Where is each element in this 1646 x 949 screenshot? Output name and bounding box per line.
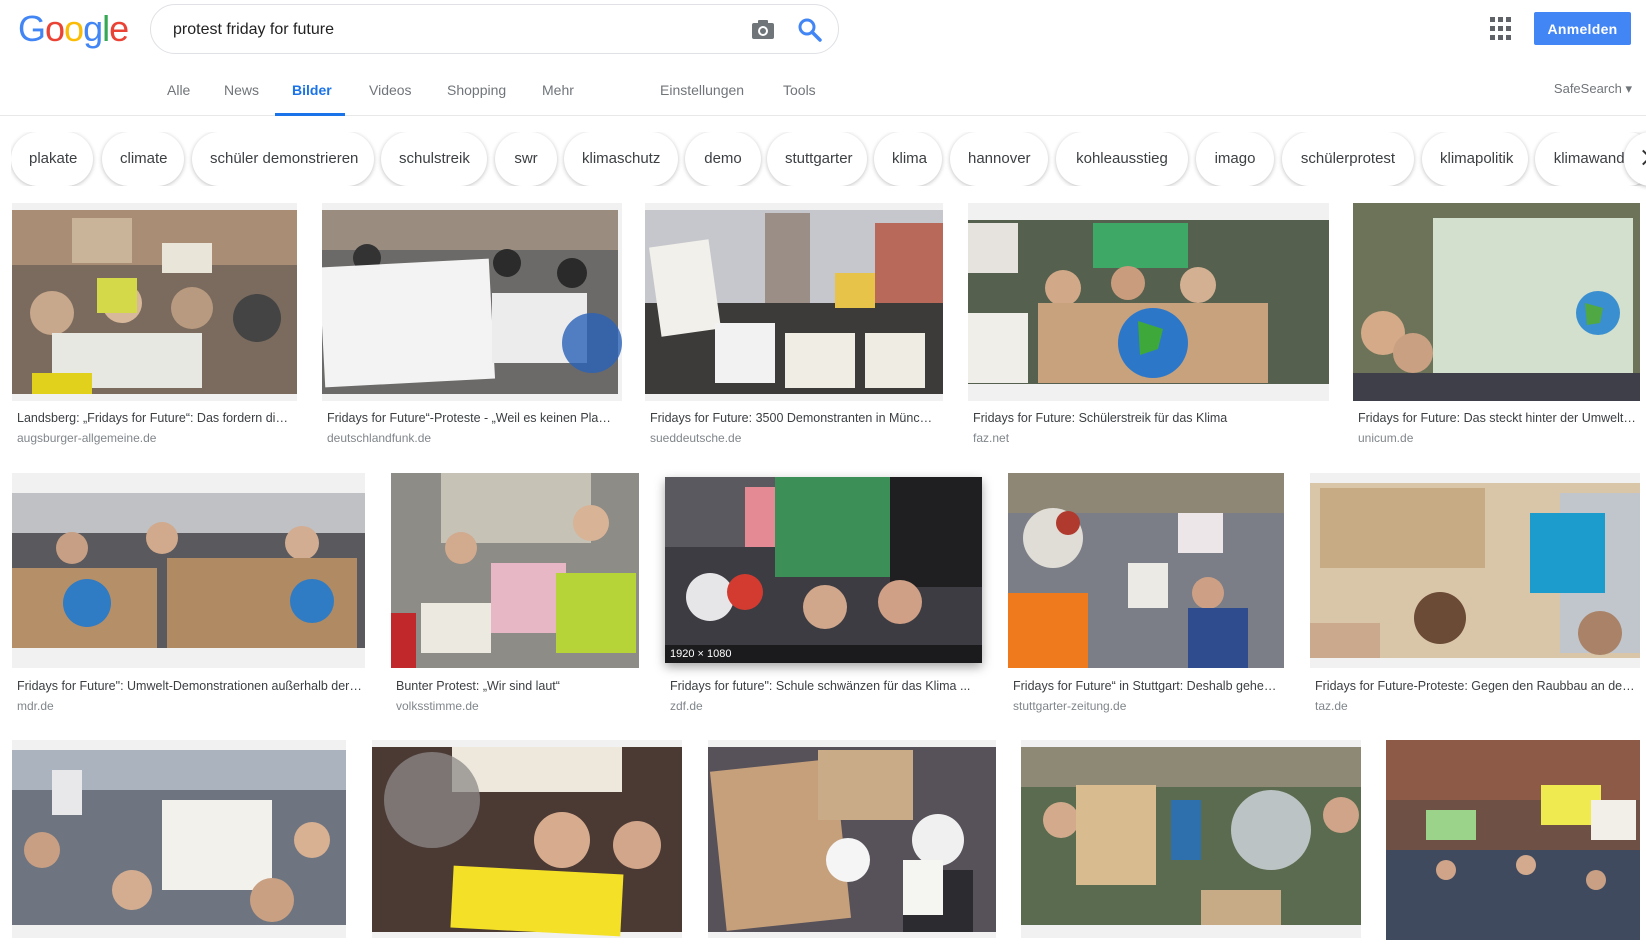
image-result[interactable]: Fridays for Future: 3500 Demonstranten i… [645,203,943,448]
google-logo[interactable]: Google [18,8,129,50]
sign-in-button[interactable]: Anmelden [1534,12,1631,45]
chip-schulstreik[interactable]: schulstreik [381,132,487,186]
result-thumbnail[interactable] [1353,203,1640,401]
result-source[interactable]: augsburger-allgemeine.de [17,431,156,445]
chip-schuelerprotest[interactable]: schülerprotest [1282,132,1414,186]
result-source[interactable]: deutschlandfunk.de [327,431,431,445]
image-result[interactable] [1021,740,1361,940]
chip-swr[interactable]: swr [495,132,557,186]
result-title[interactable]: Fridays for Future: Das steckt hinter de… [1358,411,1636,425]
chip-hannover[interactable]: hannover [950,132,1048,186]
image-result[interactable] [1386,740,1640,940]
image-result[interactable]: Fridays for Future": Umwelt-Demonstratio… [12,473,365,718]
result-thumbnail[interactable] [968,203,1329,401]
tab-more[interactable]: Mehr [542,82,574,98]
chip-demo[interactable]: demo [685,132,761,186]
result-source[interactable]: taz.de [1315,699,1348,713]
result-title[interactable]: Fridays for future": Schule schwänzen fü… [670,679,978,693]
result-source[interactable]: stuttgarter-zeitung.de [1013,699,1126,713]
image-result[interactable]: Fridays for Future: Schülerstreik für da… [968,203,1329,448]
result-title[interactable]: Fridays for Future“ in Stuttgart: Deshal… [1013,679,1281,693]
result-thumbnail[interactable] [1008,473,1284,668]
image-result[interactable]: Landsberg: „Fridays for Future“: Das for… [12,203,297,448]
result-thumbnail[interactable] [12,203,297,401]
image-result[interactable] [12,740,346,940]
logo-letter: o [45,8,65,49]
search-input[interactable] [173,17,713,43]
image-result[interactable]: Fridays for Future-Proteste: Gegen den R… [1310,473,1640,718]
image-result[interactable]: Fridays for Future“-Proteste - „Weil es … [322,203,622,448]
result-source[interactable]: sueddeutsche.de [650,431,741,445]
result-title[interactable]: Fridays for Future": Umwelt-Demonstratio… [17,679,362,693]
related-search-chips: plakate climate schüler demonstrieren sc… [11,132,1646,186]
result-title[interactable]: Fridays for Future: 3500 Demonstranten i… [650,411,935,425]
search-icon[interactable] [795,15,825,45]
result-thumbnail[interactable] [645,203,943,401]
result-title[interactable]: Fridays for Future“-Proteste - „Weil es … [327,411,612,425]
tab-news[interactable]: News [224,82,259,98]
search-tabs: Alle News Bilder Videos Shopping Mehr Ei… [0,66,1646,116]
result-thumbnail[interactable] [708,740,996,938]
result-source[interactable]: faz.net [973,431,1009,445]
tab-all[interactable]: Alle [167,82,190,98]
result-thumbnail[interactable] [1021,740,1361,938]
chip-imago[interactable]: imago [1196,132,1274,186]
logo-letter: g [83,8,103,49]
apps-grid-icon[interactable] [1490,17,1514,41]
result-title[interactable]: Bunter Protest: „Wir sind laut“ [396,679,636,693]
logo-letter: e [109,8,129,49]
result-thumbnail[interactable] [12,473,365,668]
result-source[interactable]: volksstimme.de [396,699,479,713]
tab-settings[interactable]: Einstellungen [660,82,744,98]
logo-letter: o [64,8,84,49]
result-title[interactable]: Fridays for Future: Schülerstreik für da… [973,411,1323,425]
result-thumbnail[interactable] [322,203,622,401]
result-source[interactable]: mdr.de [17,699,54,713]
image-dimensions: 1920 × 1080 [665,645,982,663]
result-source[interactable]: unicum.de [1358,431,1413,445]
result-title[interactable]: Fridays for Future-Proteste: Gegen den R… [1315,679,1637,693]
chip-plakate[interactable]: plakate [11,132,93,186]
image-result[interactable] [708,740,996,940]
safesearch-toggle[interactable]: SafeSearch ▾ [1554,81,1632,97]
chip-klimaschutz[interactable]: klimaschutz [564,132,678,186]
tab-videos[interactable]: Videos [369,82,412,98]
result-title[interactable]: Landsberg: „Fridays for Future“: Das for… [17,411,293,425]
logo-letter: G [18,8,46,49]
chip-climate[interactable]: climate [102,132,184,186]
tab-shopping[interactable]: Shopping [447,82,506,98]
result-thumbnail[interactable] [372,740,682,938]
chip-kohleausstieg[interactable]: kohleausstieg [1056,132,1188,186]
image-result[interactable]: 1920 × 1080 Fridays for future": Schule … [665,473,983,718]
result-thumbnail[interactable] [1386,740,1640,940]
image-result[interactable]: Fridays for Future“ in Stuttgart: Deshal… [1008,473,1284,718]
result-thumbnail[interactable]: 1920 × 1080 [665,477,982,663]
tab-images[interactable]: Bilder [292,82,332,98]
header: Google Anmelden Alle News Bilder Videos … [0,0,1646,116]
chip-schueler-demonstrieren[interactable]: schüler demonstrieren [192,132,374,186]
image-result[interactable]: Bunter Protest: „Wir sind laut“ volkssti… [391,473,639,718]
image-result[interactable]: Fridays for Future: Das steckt hinter de… [1353,203,1640,448]
result-thumbnail[interactable] [1310,473,1640,668]
search-box [150,4,839,54]
active-tab-indicator [275,113,345,116]
chip-klimapolitik[interactable]: klimapolitik [1422,132,1528,186]
image-result[interactable] [372,740,682,940]
tab-tools[interactable]: Tools [783,82,816,98]
result-thumbnail[interactable] [12,740,346,938]
result-thumbnail[interactable] [391,473,639,668]
chip-klima[interactable]: klima [874,132,942,186]
chip-stuttgarter[interactable]: stuttgarter [767,132,867,186]
result-source[interactable]: zdf.de [670,699,703,713]
camera-icon[interactable] [749,17,777,43]
